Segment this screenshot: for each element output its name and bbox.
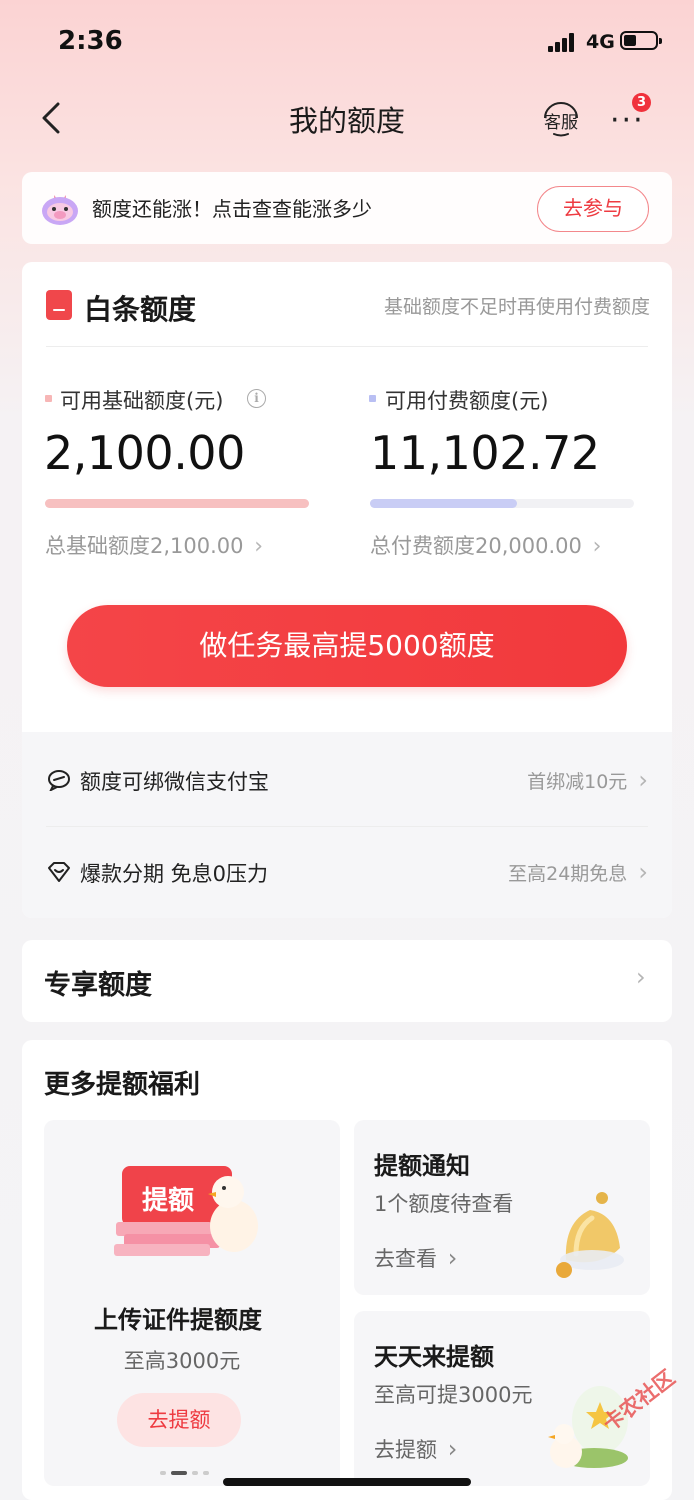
customer-service-button[interactable]: 客服: [540, 100, 582, 138]
info-icon[interactable]: i: [247, 389, 266, 408]
chevron-right-icon: ›: [447, 1435, 458, 1463]
chevron-right-icon: ›: [638, 766, 648, 794]
page-title: 我的额度: [288, 104, 405, 138]
notification-badge: 3: [632, 93, 651, 112]
paid-progress-bar: [370, 499, 634, 508]
view-link[interactable]: 去查看 ›: [374, 1243, 457, 1273]
diamond-gift-icon: [48, 862, 70, 882]
basic-progress-bar: [45, 499, 309, 508]
basic-total-text: 总基础额度2,100.00: [45, 534, 244, 558]
chevron-right-icon: ›: [447, 1244, 458, 1272]
pig-mascot-icon: [42, 195, 78, 225]
participate-button[interactable]: 去参与: [537, 186, 649, 232]
chevron-right-icon: ›: [254, 534, 264, 559]
battery-icon: [620, 31, 662, 50]
paid-amount: 11,102.72: [370, 426, 600, 480]
paid-dot: [369, 395, 376, 402]
installment-row[interactable]: 至高24期免息 ›: [508, 858, 648, 886]
promo-text: 额度还能涨！点击查查能涨多少: [92, 197, 372, 221]
daily-raise-link-text: 去提额: [374, 1438, 437, 1462]
basic-total-link[interactable]: 总基础额度2,100.00 ›: [45, 530, 263, 560]
paid-label: 可用付费额度(元): [385, 389, 549, 413]
paid-total-text: 总付费额度20,000.00: [370, 534, 582, 558]
exclusive-quota-title: 专享额度: [44, 970, 152, 1001]
basic-dot: [45, 395, 52, 402]
upload-id-title: 上传证件提额度: [94, 1306, 262, 1334]
basic-amount: 2,100.00: [44, 426, 245, 480]
card-icon: [46, 290, 72, 320]
paid-total-link[interactable]: 总付费额度20,000.00 ›: [370, 530, 601, 560]
view-link-text: 去查看: [374, 1247, 437, 1271]
chevron-right-icon: ›: [636, 963, 646, 991]
interest-free-text: 至高24期免息: [508, 863, 628, 885]
raise-notice-sub: 1个额度待查看: [374, 1192, 514, 1216]
basic-progress-fill: [45, 499, 309, 508]
daily-raise-link[interactable]: 去提额 ›: [374, 1434, 457, 1464]
customer-service-label: 客服: [544, 113, 578, 133]
basic-label: 可用基础额度(元): [60, 389, 224, 413]
raise-badge-text: 提额: [142, 1186, 195, 1216]
installment-text: 爆款分期 免息0压力: [80, 862, 269, 886]
card-hint: 基础额度不足时再使用付费额度: [383, 296, 650, 318]
card-title: 白条额度: [84, 293, 197, 326]
status-time: 2:36: [58, 26, 123, 56]
first-bind-discount: 首绑减10元: [527, 771, 628, 793]
upload-id-sub: 至高3000元: [123, 1349, 241, 1373]
daily-raise-sub: 至高可提3000元: [374, 1383, 533, 1407]
feature-rows: [22, 732, 672, 918]
divider: [46, 346, 648, 347]
chevron-right-icon: ›: [638, 858, 648, 886]
signal-icon: [548, 32, 578, 52]
go-raise-button[interactable]: 去提额: [117, 1393, 241, 1447]
carousel-dots: [160, 1471, 220, 1475]
home-indicator[interactable]: [223, 1478, 471, 1486]
bell-icon: [556, 1192, 624, 1278]
network-type: 4G: [586, 31, 615, 53]
divider: [46, 826, 648, 827]
daily-raise-title: 天天来提额: [374, 1343, 494, 1371]
raise-notice-title: 提额通知: [374, 1152, 470, 1180]
task-raise-limit-button[interactable]: 做任务最高提5000额度: [67, 605, 627, 687]
link-chat-icon: [48, 770, 70, 791]
chevron-right-icon: ›: [592, 534, 602, 559]
back-icon[interactable]: [38, 98, 72, 138]
paid-progress-fill: [370, 499, 517, 508]
bind-wechat-alipay-text: 额度可绑微信支付宝: [80, 770, 269, 794]
benefits-title: 更多提额福利: [44, 1070, 201, 1100]
bind-wechat-alipay-row[interactable]: 首绑减10元 ›: [527, 766, 648, 794]
